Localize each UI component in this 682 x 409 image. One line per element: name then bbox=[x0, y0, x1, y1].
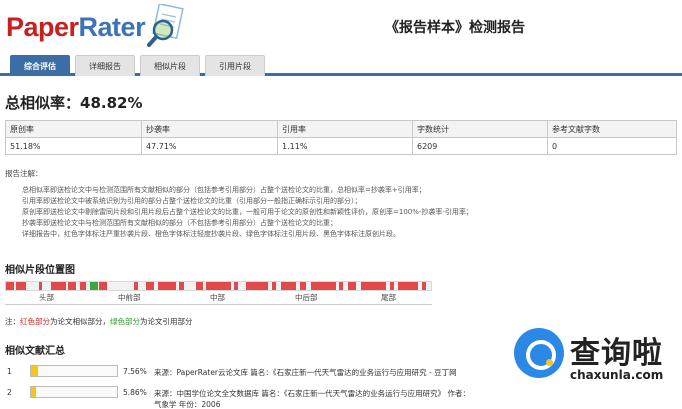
similar-segment bbox=[68, 282, 76, 290]
position-label-head: 头部 bbox=[39, 293, 54, 302]
ref-percent-bar bbox=[30, 386, 118, 398]
total-similarity: 总相似率：48.82% bbox=[5, 94, 143, 112]
ref-percent-fill bbox=[31, 387, 36, 397]
paperrater-logo[interactable]: PaperRater bbox=[6, 12, 146, 43]
ref-source-extra: 气象学 年份：2006 bbox=[154, 400, 221, 409]
similar-segment bbox=[390, 282, 394, 290]
header-word-count: 字数统计 bbox=[412, 120, 548, 138]
similar-segment bbox=[246, 282, 268, 290]
report-tabs: 综合评估 详细报告 相似片段 引用片段 bbox=[0, 52, 682, 76]
similar-segment bbox=[196, 282, 203, 290]
note-item: 引用率即送检论文中被系统识别为引用的部分占整个送检论文的比重（引用部分一般指正确… bbox=[22, 196, 672, 207]
tab-cited[interactable]: 引用片段 bbox=[205, 55, 265, 76]
similar-segment bbox=[39, 282, 42, 290]
chaxunla-watermark: 查询啦 chaxunla.com bbox=[508, 322, 676, 404]
references-title: 相似文献汇总 bbox=[5, 346, 65, 357]
value-citation-rate: 1.11% bbox=[277, 137, 413, 155]
value-reference-words: 0 bbox=[547, 137, 677, 155]
similar-segment bbox=[51, 282, 66, 290]
similar-segment bbox=[6, 282, 14, 290]
similar-segment bbox=[206, 282, 231, 290]
similar-segment bbox=[90, 282, 98, 290]
header-citation-rate: 引用率 bbox=[277, 120, 413, 138]
note-item: 抄袭率即送检论文中与检测范围所有文献相似的部分（不包括参考引用部分）占整个送检论… bbox=[22, 218, 672, 229]
ref-percent: 5.86% bbox=[123, 388, 147, 397]
similar-segment bbox=[300, 282, 306, 290]
legend-red-text: 红色部分 bbox=[20, 317, 50, 326]
similar-segment bbox=[422, 282, 426, 290]
similar-segment bbox=[99, 282, 107, 290]
legend-note: 注：红色部分为论文相似部分，绿色部分为论文引用部分 bbox=[5, 317, 193, 326]
note-item: 总相似率即送检论文中与检测范围所有文献相似的部分（包括参考引用部分）占整个送检论… bbox=[22, 185, 672, 196]
tab-overall[interactable]: 综合评估 bbox=[10, 55, 70, 76]
similar-segment bbox=[134, 282, 138, 290]
magnifier-document-icon bbox=[147, 4, 184, 47]
ref-percent-fill bbox=[31, 366, 38, 376]
table-row: 51.18% 47.71% 1.11% 6209 0 bbox=[5, 137, 677, 155]
value-word-count: 6209 bbox=[412, 137, 548, 155]
watermark-cn: 查询啦 bbox=[570, 336, 663, 371]
ref-index: 2 bbox=[7, 388, 12, 397]
tab-detail[interactable]: 详细报告 bbox=[75, 55, 135, 76]
similar-segment bbox=[281, 282, 296, 290]
position-label-back-middle: 中后部 bbox=[295, 293, 318, 302]
header-original-rate: 原创率 bbox=[5, 120, 142, 138]
chaxunla-logo-icon bbox=[514, 328, 564, 378]
watermark-en: chaxunla.com bbox=[570, 368, 664, 382]
note-item: 原创率即送检论文中剔除雷同片段和引用片段后占整个送检论文的比重，一般可用于论文的… bbox=[22, 207, 672, 218]
ref-percent-bar bbox=[30, 365, 118, 377]
legend-green-text: 绿色部分 bbox=[110, 317, 140, 326]
position-label-middle: 中部 bbox=[210, 293, 225, 302]
ref-index: 1 bbox=[7, 367, 12, 376]
similar-segment bbox=[146, 282, 154, 290]
tab-similar[interactable]: 相似片段 bbox=[140, 55, 200, 76]
similar-segment bbox=[348, 282, 356, 290]
divider bbox=[5, 304, 432, 305]
similar-segment bbox=[272, 282, 276, 290]
note-item: 详细报告中，红色字体标注严重抄袭片段、橙色字体标注轻度抄袭片段、绿色字体标注引用… bbox=[22, 229, 672, 240]
similar-position-bar[interactable] bbox=[5, 281, 432, 291]
ref-percent: 7.56% bbox=[123, 367, 147, 376]
stats-table: 原创率 抄袭率 引用率 字数统计 参考文献字数 51.18% 47.71% 1.… bbox=[5, 120, 677, 155]
position-labels: 头部 中前部 中部 中后部 尾部 bbox=[5, 292, 432, 304]
report-header: PaperRater 《报告样本》检测报告 bbox=[0, 0, 682, 52]
similar-segment bbox=[339, 282, 343, 290]
similar-segment bbox=[398, 282, 418, 290]
table-header-row: 原创率 抄袭率 引用率 字数统计 参考文献字数 bbox=[5, 120, 677, 138]
header-plagiarism-rate: 抄袭率 bbox=[141, 120, 278, 138]
similar-segment bbox=[158, 282, 176, 290]
value-original-rate: 51.18% bbox=[5, 137, 142, 155]
similar-segment bbox=[311, 282, 336, 290]
similar-segment bbox=[179, 282, 184, 290]
report-title: 《报告样本》检测报告 bbox=[385, 20, 525, 36]
similar-segment bbox=[234, 282, 238, 290]
similar-segment bbox=[80, 282, 86, 290]
position-label-front-middle: 中前部 bbox=[118, 293, 141, 302]
notes-title: 报告注解： bbox=[5, 169, 43, 178]
similar-segment bbox=[16, 282, 26, 290]
similar-segment bbox=[361, 282, 386, 290]
position-label-tail: 尾部 bbox=[381, 293, 396, 302]
notes-list: 总相似率即送检论文中与检测范围所有文献相似的部分（包括参考引用部分）占整个送检论… bbox=[22, 185, 672, 240]
value-plagiarism-rate: 47.71% bbox=[141, 137, 278, 155]
header-reference-words: 参考文献字数 bbox=[547, 120, 677, 138]
position-map-title: 相似片段位置图 bbox=[5, 265, 75, 276]
